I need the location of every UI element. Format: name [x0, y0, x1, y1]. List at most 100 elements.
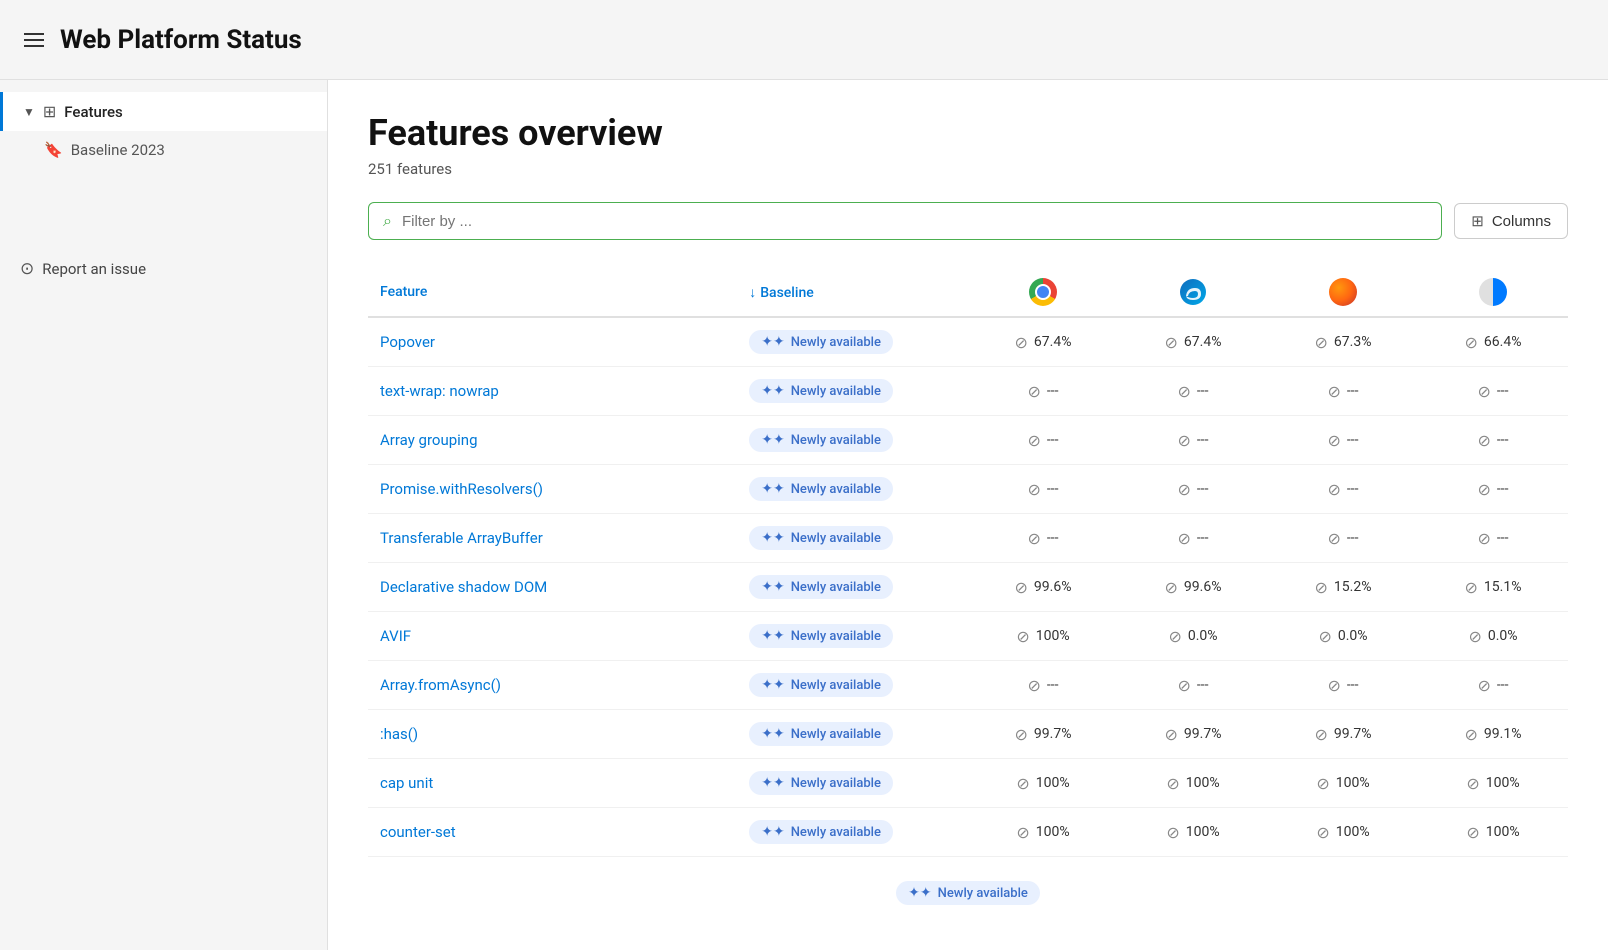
cell-firefox: ⊘ --- [1268, 514, 1418, 563]
feature-link[interactable]: Promise.withResolvers() [380, 480, 543, 498]
cell-feature: Declarative shadow DOM [368, 563, 737, 612]
browser-value: 99.1% [1484, 726, 1522, 742]
browser-value: 100% [1186, 824, 1220, 840]
table-row: Popover✦✦ Newly available⊘67.4%⊘67.4%⊘67… [368, 317, 1568, 367]
newly-available-badge: ✦✦ Newly available [749, 771, 893, 795]
feature-link[interactable]: :has() [380, 725, 418, 743]
check-icon: ⊘ [1168, 627, 1181, 646]
browser-value: 99.7% [1034, 726, 1072, 742]
sidebar-item-features[interactable]: ▼ ⊞ Features [0, 92, 327, 131]
browser-value: 0.0% [1488, 628, 1518, 644]
sidebar-item-baseline[interactable]: 🔖 Baseline 2023 [0, 131, 327, 169]
cell-edge: ⊘67.4% [1118, 317, 1268, 367]
cell-feature: text-wrap: nowrap [368, 367, 737, 416]
cell-chrome: ⊘--- [968, 661, 1118, 710]
newly-available-badge: ✦✦ Newly available [749, 722, 893, 746]
col-feature[interactable]: Feature [368, 268, 737, 317]
cell-firefox: ⊘67.3% [1268, 317, 1418, 367]
browser-value: --- [1047, 481, 1059, 497]
check-icon: ⊘ [1468, 627, 1481, 646]
cell-feature: :has() [368, 710, 737, 759]
feature-link[interactable]: Declarative shadow DOM [380, 578, 547, 596]
table-row: text-wrap: nowrap✦✦ Newly available⊘---⊘… [368, 367, 1568, 416]
check-icon: ⊘ [1477, 431, 1490, 450]
filter-input[interactable] [402, 213, 1427, 230]
browser-value: 100% [1486, 775, 1520, 791]
filter-bar: ⌕ ⊞ Columns [368, 202, 1568, 240]
check-icon: ⊘ [1315, 578, 1328, 597]
cell-baseline: ✦✦ Newly available [737, 514, 968, 563]
safari-icon [1479, 278, 1507, 306]
cell-baseline: ✦✦ Newly available [737, 612, 968, 661]
feature-link[interactable]: text-wrap: nowrap [380, 382, 499, 400]
sparkle-icon: ✦✦ [761, 334, 784, 350]
sidebar: ▼ ⊞ Features 🔖 Baseline 2023 ⊙ Report an… [0, 80, 328, 950]
feature-link[interactable]: AVIF [380, 627, 411, 645]
browser-value: --- [1347, 383, 1359, 399]
app-header: Web Platform Status [0, 0, 1608, 80]
filter-input-wrap[interactable]: ⌕ [368, 202, 1442, 240]
columns-label: Columns [1492, 213, 1551, 230]
features-icon: ⊞ [43, 102, 56, 121]
table-row: AVIF✦✦ Newly available⊘100%⊘0.0%⊘0.0%⊘0.… [368, 612, 1568, 661]
search-icon: ⌕ [383, 211, 392, 231]
browser-value: 100% [1336, 775, 1370, 791]
check-icon: ⊘ [1327, 529, 1340, 548]
browser-value: --- [1197, 481, 1209, 497]
check-icon: ⊘ [1327, 382, 1340, 401]
cell-baseline: ✦✦ Newly available [737, 710, 968, 759]
cell-safari: ⊘--- [1418, 465, 1568, 514]
browser-value: 99.6% [1184, 579, 1222, 595]
cell-chrome: ⊘100% [968, 612, 1118, 661]
cell-chrome: ⊘99.7% [968, 710, 1118, 759]
table-row: Array grouping✦✦ Newly available⊘---⊘---… [368, 416, 1568, 465]
chevron-down-icon: ▼ [23, 105, 35, 119]
browser-value: 15.2% [1334, 579, 1372, 595]
browser-value: 99.6% [1034, 579, 1072, 595]
features-label: Features [64, 103, 122, 121]
hamburger-icon[interactable] [24, 33, 44, 47]
chrome-icon [1029, 278, 1057, 306]
cell-firefox: ⊘100% [1268, 808, 1418, 857]
cell-feature: counter-set [368, 808, 737, 857]
cell-feature: Array.fromAsync() [368, 661, 737, 710]
browser-value: 67.3% [1334, 334, 1372, 350]
page-title: Features overview [368, 112, 1568, 154]
feature-link[interactable]: counter-set [380, 823, 456, 841]
cell-baseline: ✦✦ Newly available [737, 759, 968, 808]
main-content: Features overview 251 features ⌕ ⊞ Colum… [328, 80, 1608, 950]
check-icon: ⊘ [1027, 480, 1040, 499]
browser-value: --- [1497, 481, 1509, 497]
check-icon: ⊘ [1165, 725, 1178, 744]
browser-value: --- [1347, 677, 1359, 693]
browser-value: --- [1347, 530, 1359, 546]
browser-value: --- [1197, 677, 1209, 693]
check-icon: ⊘ [1165, 333, 1178, 352]
feature-link[interactable]: Transferable ArrayBuffer [380, 529, 543, 547]
feature-link[interactable]: Popover [380, 333, 435, 351]
sidebar-item-report[interactable]: ⊙ Report an issue [0, 249, 327, 289]
newly-available-badge: ✦✦ Newly available [749, 330, 893, 354]
browser-value: 100% [1036, 775, 1070, 791]
cell-chrome: ⊘--- [968, 367, 1118, 416]
check-icon: ⊘ [1465, 578, 1478, 597]
feature-link[interactable]: Array.fromAsync() [380, 676, 501, 694]
browser-value: --- [1047, 677, 1059, 693]
browser-value: 0.0% [1188, 628, 1218, 644]
col-safari [1418, 268, 1568, 317]
feature-link[interactable]: Array grouping [380, 431, 478, 449]
browser-value: 99.7% [1334, 726, 1372, 742]
browser-value: 15.1% [1484, 579, 1522, 595]
col-baseline[interactable]: ↓Baseline [737, 268, 968, 317]
newly-available-badge: ✦✦ Newly available [749, 379, 893, 403]
browser-value: --- [1347, 481, 1359, 497]
cell-baseline: ✦✦ Newly available [737, 367, 968, 416]
sparkle-icon: ✦✦ [761, 824, 784, 840]
cell-baseline: ✦✦ Newly available [737, 563, 968, 612]
columns-button[interactable]: ⊞ Columns [1454, 203, 1568, 239]
browser-value: 100% [1336, 824, 1370, 840]
check-icon: ⊘ [1027, 382, 1040, 401]
feature-link[interactable]: cap unit [380, 774, 433, 792]
browser-value: --- [1047, 530, 1059, 546]
cell-safari: ⊘66.4% [1418, 317, 1568, 367]
